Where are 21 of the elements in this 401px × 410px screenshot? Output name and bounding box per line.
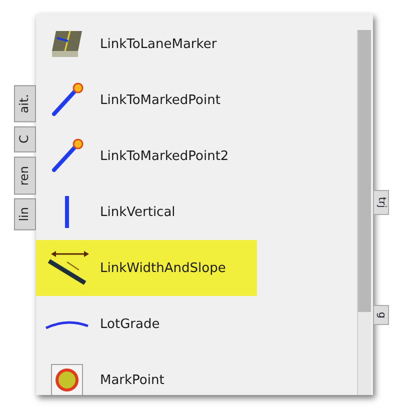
palette-tab[interactable]: ait. [14, 85, 36, 122]
palette-tab[interactable]: trj [373, 190, 389, 215]
vertical-line-icon [64, 194, 70, 230]
palette-tab[interactable]: ren [14, 156, 36, 194]
tool-item[interactable]: LotGrade [36, 296, 257, 352]
tool-item[interactable]: MarkPoint [36, 352, 257, 395]
palette-tab[interactable]: lin [14, 198, 36, 231]
tool-item[interactable]: LinkToLaneMarker [36, 16, 257, 72]
tool-item[interactable]: LinkToMarkedPoint [36, 72, 257, 128]
width-slope-icon [45, 250, 89, 286]
curve-icon [45, 318, 89, 330]
tool-item[interactable]: LinkVertical [36, 184, 257, 240]
line-with-point-icon [50, 138, 84, 174]
scrollbar-thumb[interactable] [358, 30, 371, 312]
tool-item[interactable]: LinkToMarkedPoint2 [36, 128, 257, 184]
line-with-point-icon [50, 82, 84, 118]
scrollbar[interactable] [357, 30, 371, 395]
palette-tab[interactable]: g [373, 304, 389, 326]
lane-block-icon [50, 29, 84, 59]
tool-item[interactable]: LinkWidthAndSlope [36, 240, 257, 296]
palette-tab[interactable]: C [14, 126, 36, 153]
